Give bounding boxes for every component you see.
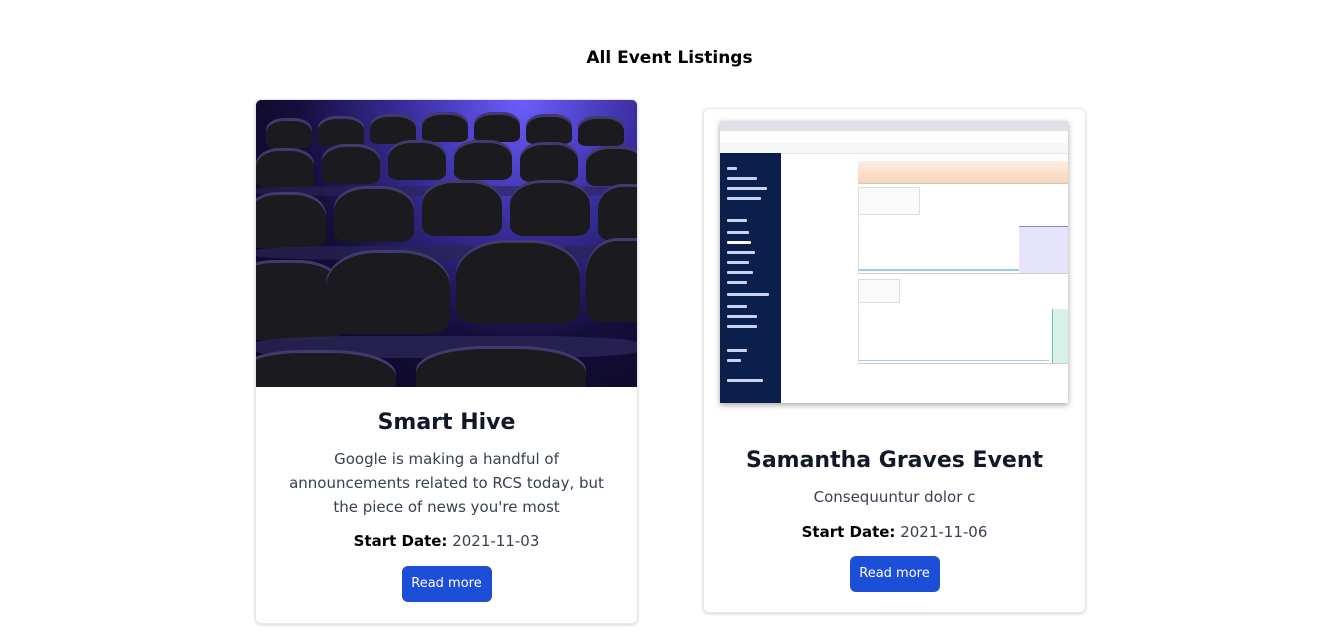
start-date-label: Start Date:: [353, 532, 448, 550]
event-start-date: Start Date: 2021-11-06: [704, 523, 1085, 541]
event-title: Smart Hive: [377, 410, 516, 435]
event-start-date: Start Date: 2021-11-03: [256, 532, 637, 550]
event-card: Smart Hive Google is making a handful of…: [255, 99, 638, 624]
event-title: Samantha Graves Event: [745, 448, 1044, 473]
read-more-button[interactable]: Read more: [849, 556, 940, 592]
event-description: Google is making a handful of announceme…: [289, 450, 604, 516]
event-description: Consequuntur dolor c: [813, 488, 976, 506]
event-image: [720, 121, 1068, 403]
event-image: [256, 100, 637, 387]
start-date-value: 2021-11-06: [900, 523, 988, 541]
start-date-value: 2021-11-03: [452, 532, 540, 550]
event-card: Samantha Graves Event Consequuntur dolor…: [703, 108, 1086, 613]
page-title: All Event Listings: [586, 48, 753, 68]
start-date-label: Start Date:: [801, 523, 896, 541]
read-more-button[interactable]: Read more: [401, 566, 492, 602]
